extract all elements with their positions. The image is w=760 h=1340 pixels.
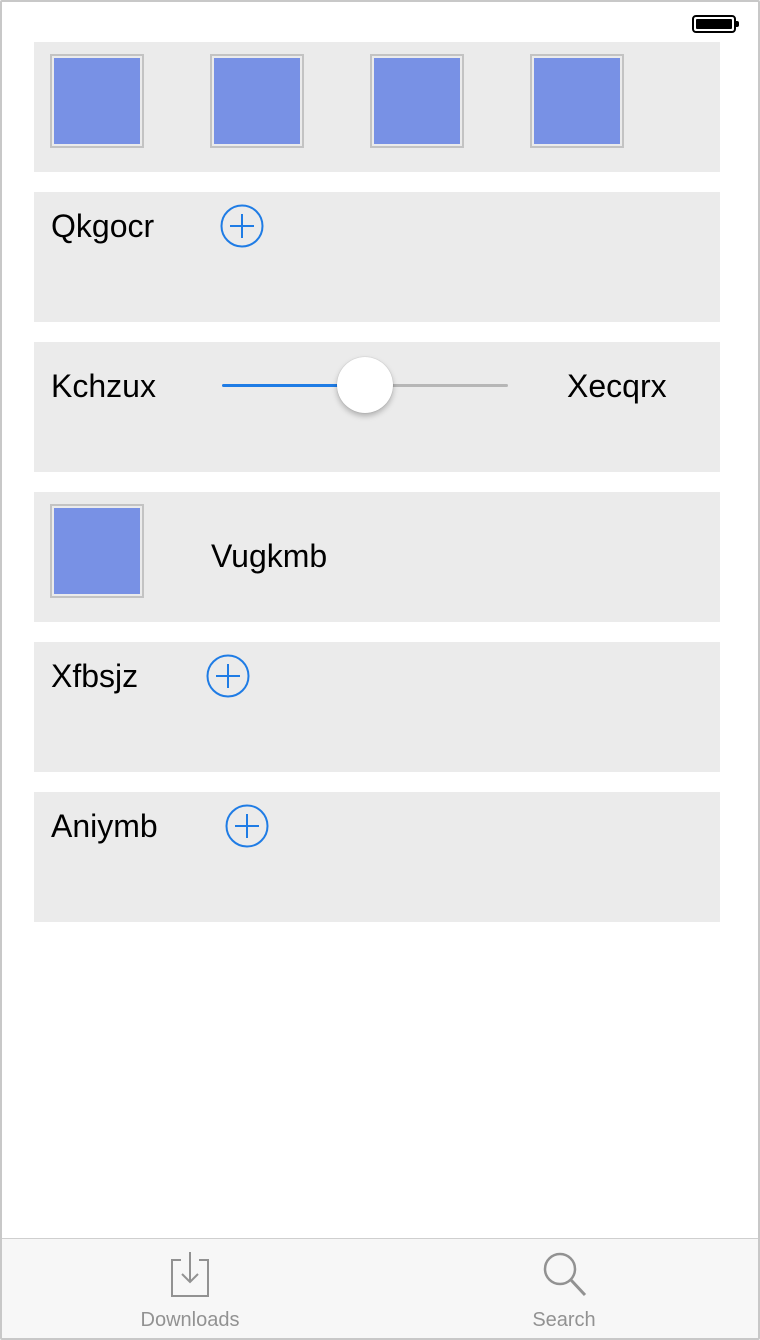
add-circle-icon[interactable] <box>225 804 269 848</box>
row-label: Vugkmb <box>211 538 328 574</box>
magnifier-icon <box>540 1249 588 1299</box>
tab-downloads[interactable]: Downloads <box>90 1239 290 1338</box>
battery-icon <box>692 15 739 33</box>
row-label: Aniymb <box>51 808 158 844</box>
add-circle-icon[interactable] <box>220 204 264 248</box>
list-item-aniymb: Aniymb <box>34 792 720 922</box>
row-image[interactable] <box>50 504 144 598</box>
tab-label: Downloads <box>140 1309 240 1331</box>
slider-row: Kchzux Xecqrx <box>34 342 720 472</box>
slider-thumb[interactable] <box>337 357 393 413</box>
slider-max-label: Xecqrx <box>567 368 667 404</box>
download-tray-icon <box>166 1249 214 1299</box>
gallery-image[interactable] <box>210 54 304 148</box>
row-label: Qkgocr <box>51 208 155 244</box>
value-slider[interactable] <box>222 357 508 413</box>
slider-min-label: Kchzux <box>51 368 156 404</box>
add-circle-icon[interactable] <box>206 654 250 698</box>
list-item-xfbsjz: Xfbsjz <box>34 642 720 772</box>
list-item-qkgocr: Qkgocr <box>34 192 720 322</box>
gallery-image[interactable] <box>530 54 624 148</box>
image-gallery-row <box>34 42 720 172</box>
tab-search[interactable]: Search <box>464 1239 664 1338</box>
gallery-image[interactable] <box>50 54 144 148</box>
tab-bar: Downloads Search <box>2 1238 758 1338</box>
image-row: Vugkmb <box>34 492 720 622</box>
gallery-image[interactable] <box>370 54 464 148</box>
tab-label: Search <box>532 1309 596 1331</box>
row-label: Xfbsjz <box>51 658 139 694</box>
app-screen: Qkgocr Kchzux Xecqrx Vugkmb Xfbsjz Aniym… <box>0 0 760 1340</box>
